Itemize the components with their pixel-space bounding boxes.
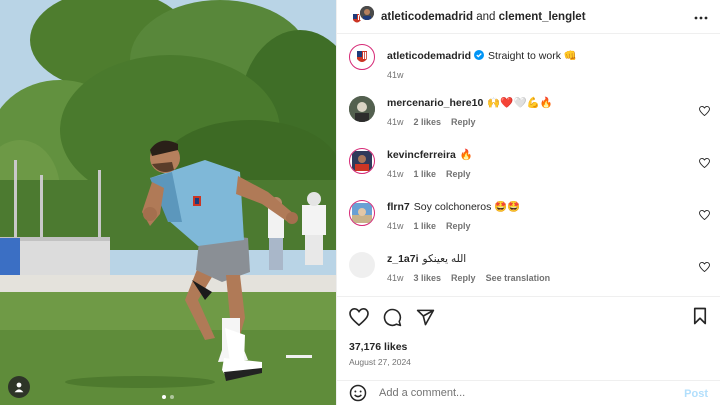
comment-text: Soy colchoneros 🤩🤩 <box>413 201 521 213</box>
comment-like-button[interactable] <box>699 207 710 225</box>
comment-meta: 41w 1 like Reply <box>387 221 687 231</box>
comment-composer: Post <box>337 380 720 405</box>
post-header: atleticodemadrid and clement_lenglet <box>337 0 720 34</box>
comment-icon <box>383 308 402 326</box>
comment-input[interactable] <box>379 387 649 399</box>
post-header-title: atleticodemadrid and clement_lenglet <box>381 11 586 23</box>
comment-username[interactable]: kevincferreira <box>387 149 456 161</box>
comment-username[interactable]: flrn7 <box>387 201 410 213</box>
comments-list: atleticodemadrid Straight to work 👊 41w m… <box>337 44 720 298</box>
comment-line: mercenario_here10 🙌❤️🤍💪🔥 <box>387 96 687 110</box>
comment-line: z_1a7i الله يعينكو <box>387 252 687 266</box>
header-conjunction: and <box>473 10 499 23</box>
reply-button[interactable]: Reply <box>451 117 476 127</box>
heart-icon <box>699 105 710 117</box>
heart-icon <box>699 209 710 221</box>
comment-time[interactable]: 41w <box>387 117 404 127</box>
comment-body: kevincferreira 🔥 41w 1 like Reply <box>387 148 687 200</box>
comment-likes[interactable]: 1 like <box>414 169 437 179</box>
post-media[interactable] <box>0 0 336 405</box>
share-button[interactable] <box>416 308 435 327</box>
comment-text: الله يعينكو <box>422 253 467 265</box>
comment-body: z_1a7i الله يعينكو 41w 3 likes Reply See … <box>387 252 687 298</box>
comment-like-button[interactable] <box>699 259 710 277</box>
carousel-dot <box>170 395 174 399</box>
post-date[interactable]: August 27, 2024 <box>349 357 708 367</box>
reply-button[interactable]: Reply <box>451 273 476 283</box>
avatar[interactable] <box>349 252 375 278</box>
comment-button[interactable] <box>383 308 402 327</box>
reply-button[interactable]: Reply <box>446 169 471 179</box>
comment-likes[interactable]: 1 like <box>414 221 437 231</box>
comment-text: 🔥 <box>459 149 473 161</box>
comment-username[interactable]: mercenario_here10 <box>387 97 483 109</box>
share-icon <box>416 309 435 325</box>
more-icon <box>694 16 708 20</box>
heart-icon <box>699 261 710 273</box>
reply-button[interactable]: Reply <box>446 221 471 231</box>
emoji-button[interactable] <box>349 384 367 402</box>
author-username[interactable]: atleticodemadrid <box>381 11 473 23</box>
comment-row: mercenario_here10 🙌❤️🤍💪🔥 41w 2 likes Repl… <box>337 96 720 148</box>
see-translation-button[interactable]: See translation <box>486 273 551 283</box>
avatar <box>359 4 375 21</box>
user-tag-icon <box>14 382 24 393</box>
save-button[interactable] <box>692 307 708 330</box>
comment-row: z_1a7i الله يعينكو 41w 3 likes Reply See … <box>337 252 720 298</box>
comment-row: flrn7 Soy colchoneros 🤩🤩 41w 1 like Reply <box>337 200 720 252</box>
heart-icon <box>349 308 369 326</box>
comment-time[interactable]: 41w <box>387 221 404 231</box>
comment-meta: 41w 1 like Reply <box>387 169 687 179</box>
post-details-panel: atleticodemadrid and clement_lenglet atl… <box>336 0 720 405</box>
avatar[interactable] <box>349 200 375 226</box>
verified-icon <box>474 50 485 64</box>
collab-avatars[interactable] <box>349 4 375 29</box>
comment-body: flrn7 Soy colchoneros 🤩🤩 41w 1 like Reply <box>387 200 687 252</box>
heart-icon <box>699 157 710 169</box>
comment-meta: 41w 2 likes Reply <box>387 117 687 127</box>
likes-count[interactable]: 37,176 likes <box>349 341 708 353</box>
more-options-button[interactable] <box>694 8 708 22</box>
collaborator-username[interactable]: clement_lenglet <box>499 11 586 23</box>
caption-username[interactable]: atleticodemadrid <box>387 50 471 62</box>
avatar[interactable] <box>349 148 375 174</box>
caption-text: Straight to work 👊 <box>488 50 577 62</box>
like-button[interactable] <box>349 308 369 326</box>
comment-line: kevincferreira 🔥 <box>387 148 687 162</box>
comment-row: kevincferreira 🔥 41w 1 like Reply <box>337 148 720 200</box>
bookmark-icon <box>693 307 707 325</box>
comment-time[interactable]: 41w <box>387 273 404 283</box>
emoji-icon <box>349 384 367 402</box>
comment-text: 🙌❤️🤍💪🔥 <box>487 97 553 109</box>
caption-line: atleticodemadrid Straight to work 👊 <box>387 49 687 64</box>
user-tag-button[interactable] <box>8 376 30 398</box>
carousel-indicator <box>162 395 174 399</box>
comment-body: mercenario_here10 🙌❤️🤍💪🔥 41w 2 likes Repl… <box>387 96 687 148</box>
avatar[interactable] <box>349 44 375 70</box>
post-comment-button[interactable]: Post <box>684 388 708 400</box>
comment-time[interactable]: 41w <box>387 169 404 179</box>
comment-meta: 41w 3 likes Reply See translation <box>387 273 687 283</box>
caption-time[interactable]: 41w <box>387 70 404 80</box>
comment-like-button[interactable] <box>699 103 710 121</box>
post-photo <box>0 0 336 405</box>
comment-likes[interactable]: 2 likes <box>414 117 442 127</box>
comment-username[interactable]: z_1a7i <box>387 253 419 265</box>
action-bar <box>349 305 708 329</box>
caption-body: atleticodemadrid Straight to work 👊 41w <box>387 44 687 96</box>
comment-likes[interactable]: 3 likes <box>414 273 442 283</box>
caption-row: atleticodemadrid Straight to work 👊 41w <box>337 44 720 96</box>
caption-meta: 41w <box>387 70 687 80</box>
carousel-dot <box>162 395 166 399</box>
comment-like-button[interactable] <box>699 155 710 173</box>
avatar[interactable] <box>349 96 375 122</box>
post-actions: 37,176 likes August 27, 2024 <box>337 296 720 367</box>
comment-line: flrn7 Soy colchoneros 🤩🤩 <box>387 200 687 214</box>
